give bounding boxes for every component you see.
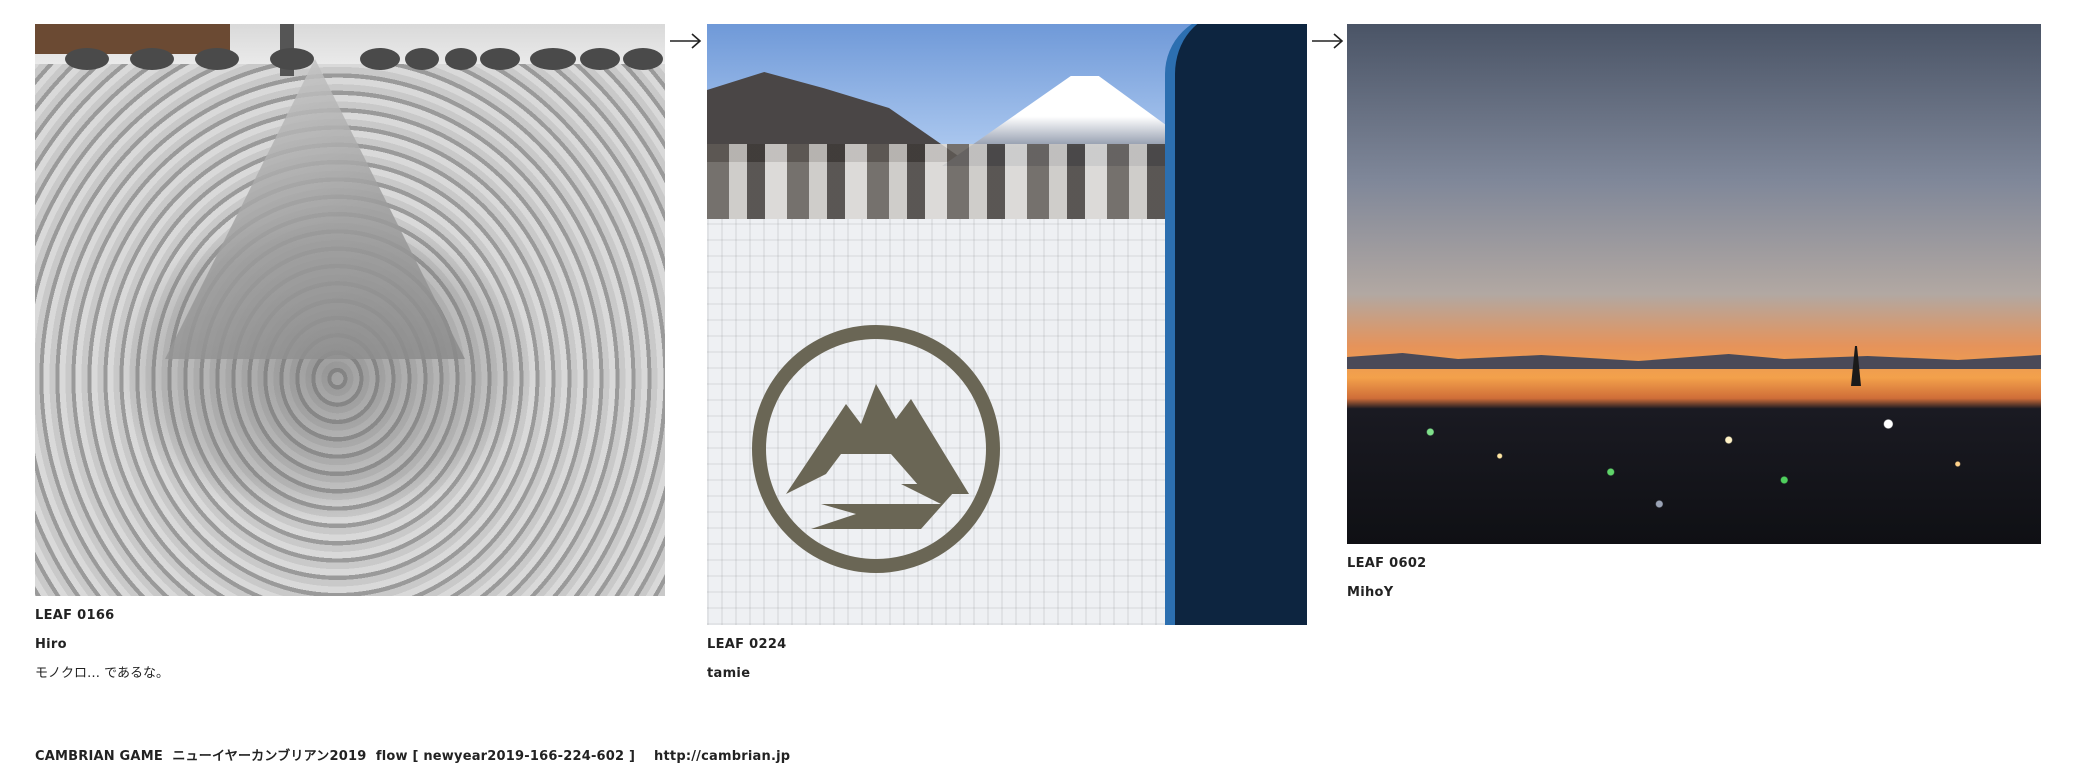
photo-stone-border xyxy=(35,48,665,88)
leaf-photo-raked-gravel-cone[interactable] xyxy=(35,24,665,596)
leaf-card-0602[interactable]: LEAF 0602 MihoY xyxy=(1347,24,2041,600)
photo-gravel-cone xyxy=(165,59,465,359)
leaf-card-0166[interactable]: LEAF 0166 Hiro モノクロ… であるな。 xyxy=(35,24,665,681)
arrow-right-icon xyxy=(670,33,702,49)
leaf-number: LEAF 0166 xyxy=(35,608,115,623)
leaf-card-0224[interactable]: LEAF 0224 tamie xyxy=(707,24,1307,681)
flow-page: LEAF 0166 Hiro モノクロ… であるな。 LEAF 0224 tam… xyxy=(0,0,2074,779)
leaf-number: LEAF 0602 xyxy=(1347,556,1427,571)
photo-window-frame xyxy=(1165,24,1307,625)
leaf-photo-sunset-city[interactable] xyxy=(1347,24,2041,544)
flow-footer: CAMBRIAN GAME ニューイヤーカンブリアン2019 flow [ ne… xyxy=(35,749,791,764)
photo-mountain-ridge xyxy=(1347,353,2041,369)
mountain-emblem-icon xyxy=(752,325,1000,573)
leaf-comment: モノクロ… であるな。 xyxy=(35,666,170,681)
leaf-number: LEAF 0224 xyxy=(707,637,787,652)
leaf-photo-fuji-window[interactable] xyxy=(707,24,1307,625)
arrow-right-icon xyxy=(1312,33,1344,49)
leaf-author[interactable]: MihoY xyxy=(1347,586,2041,600)
leaf-author[interactable]: Hiro xyxy=(35,638,665,652)
leaf-author[interactable]: tamie xyxy=(707,667,1307,681)
photo-city-lights xyxy=(1347,384,2041,544)
